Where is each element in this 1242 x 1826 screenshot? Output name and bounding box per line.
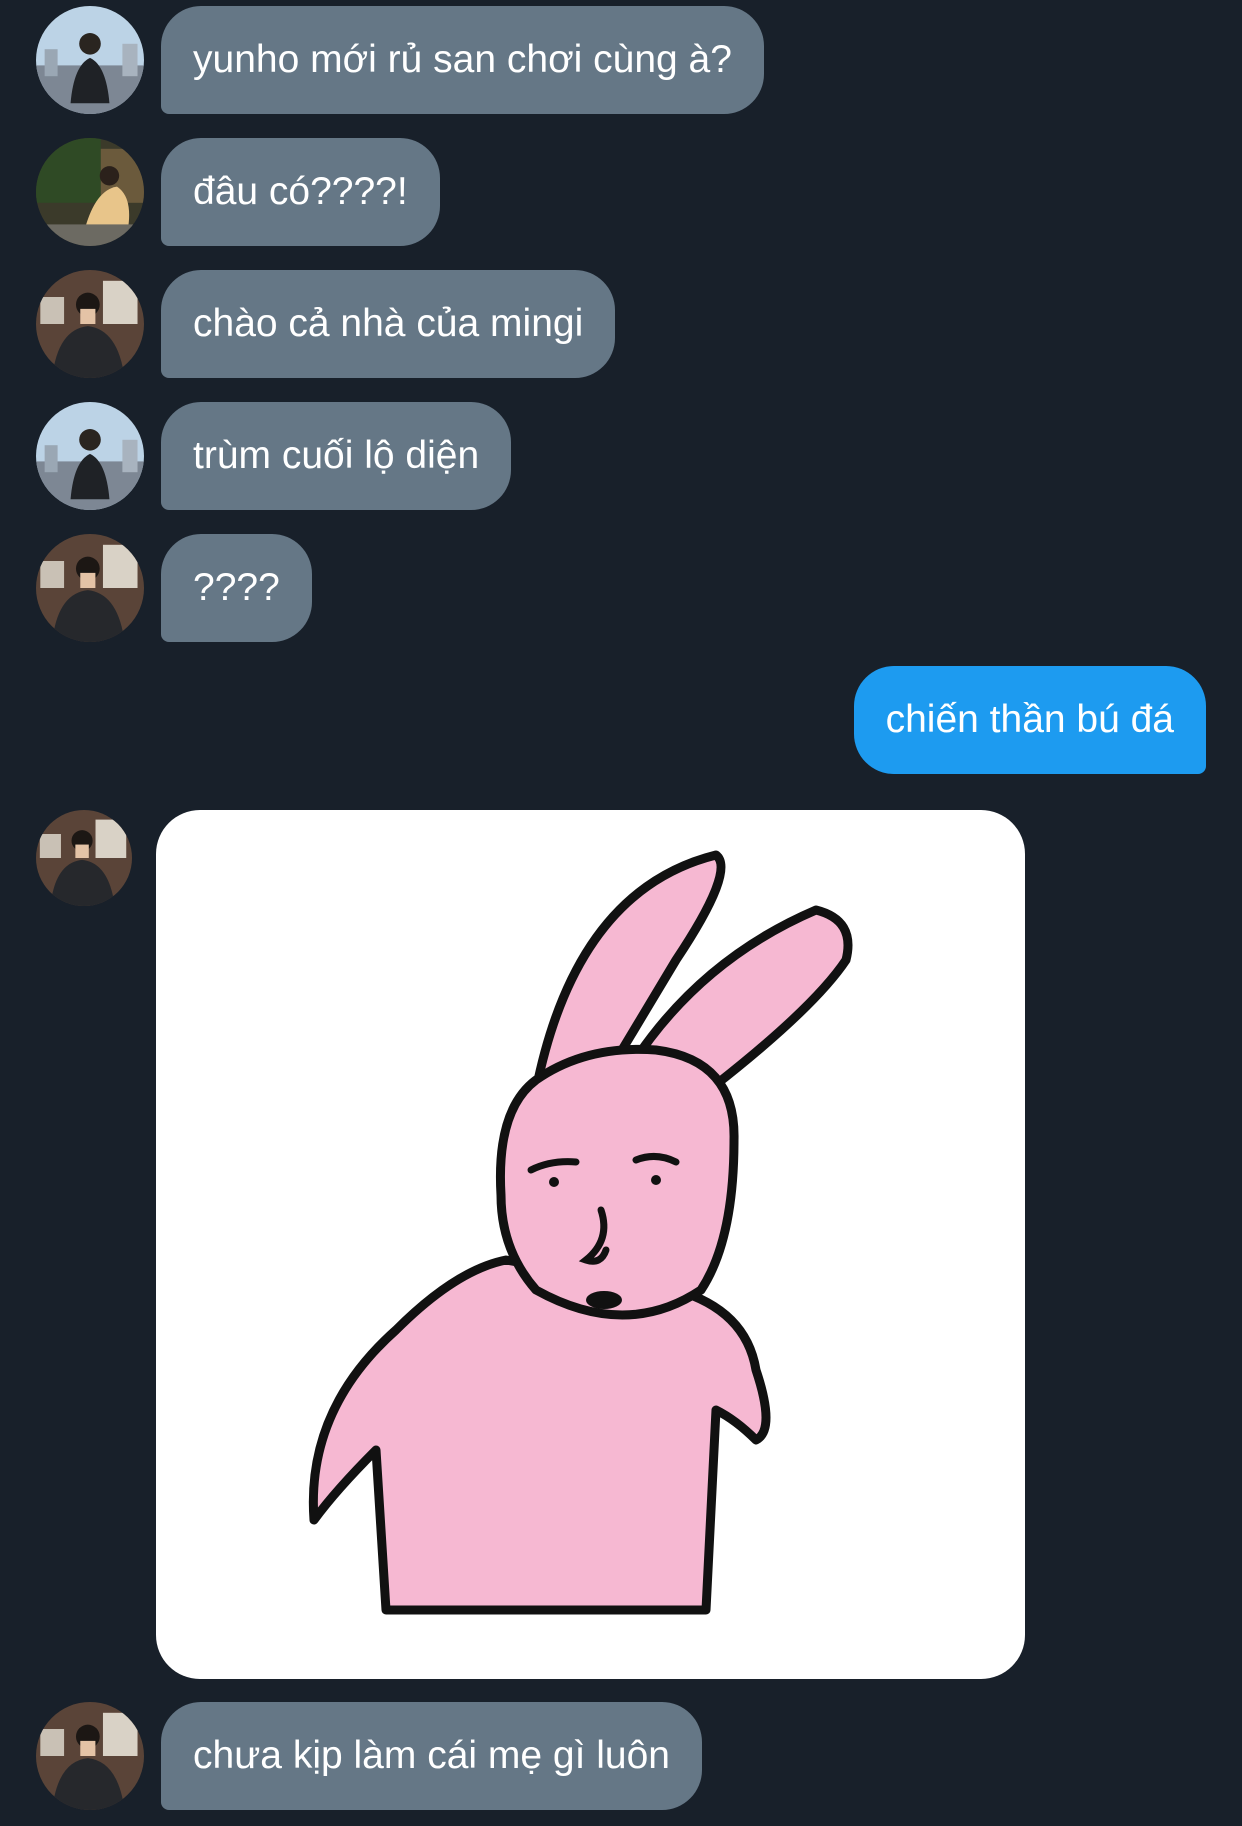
avatar-yunho[interactable]: [36, 6, 144, 114]
avatar-san[interactable]: [36, 138, 144, 246]
sticker-image[interactable]: [156, 810, 1025, 1679]
avatar-mingi[interactable]: [36, 810, 132, 906]
message-bubble[interactable]: yunho mới rủ san chơi cùng à?: [161, 6, 764, 114]
pink-rabbit-icon: [308, 850, 853, 1615]
avatar-yunho[interactable]: [36, 402, 144, 510]
message-bubble[interactable]: trùm cuối lộ diện: [161, 402, 512, 510]
message-bubble[interactable]: đâu có????!: [161, 138, 440, 246]
avatar-mingi[interactable]: [36, 534, 144, 642]
my-message-bubble[interactable]: chiến thần bú đá: [853, 666, 1206, 774]
avatar-mingi[interactable]: [36, 1702, 144, 1810]
message-bubble[interactable]: chưa kịp làm cái mẹ gì luôn: [161, 1702, 702, 1810]
message-bubble[interactable]: ????: [161, 534, 312, 642]
message-bubble[interactable]: chào cả nhà của mingi: [161, 270, 616, 378]
avatar-mingi[interactable]: [36, 270, 144, 378]
